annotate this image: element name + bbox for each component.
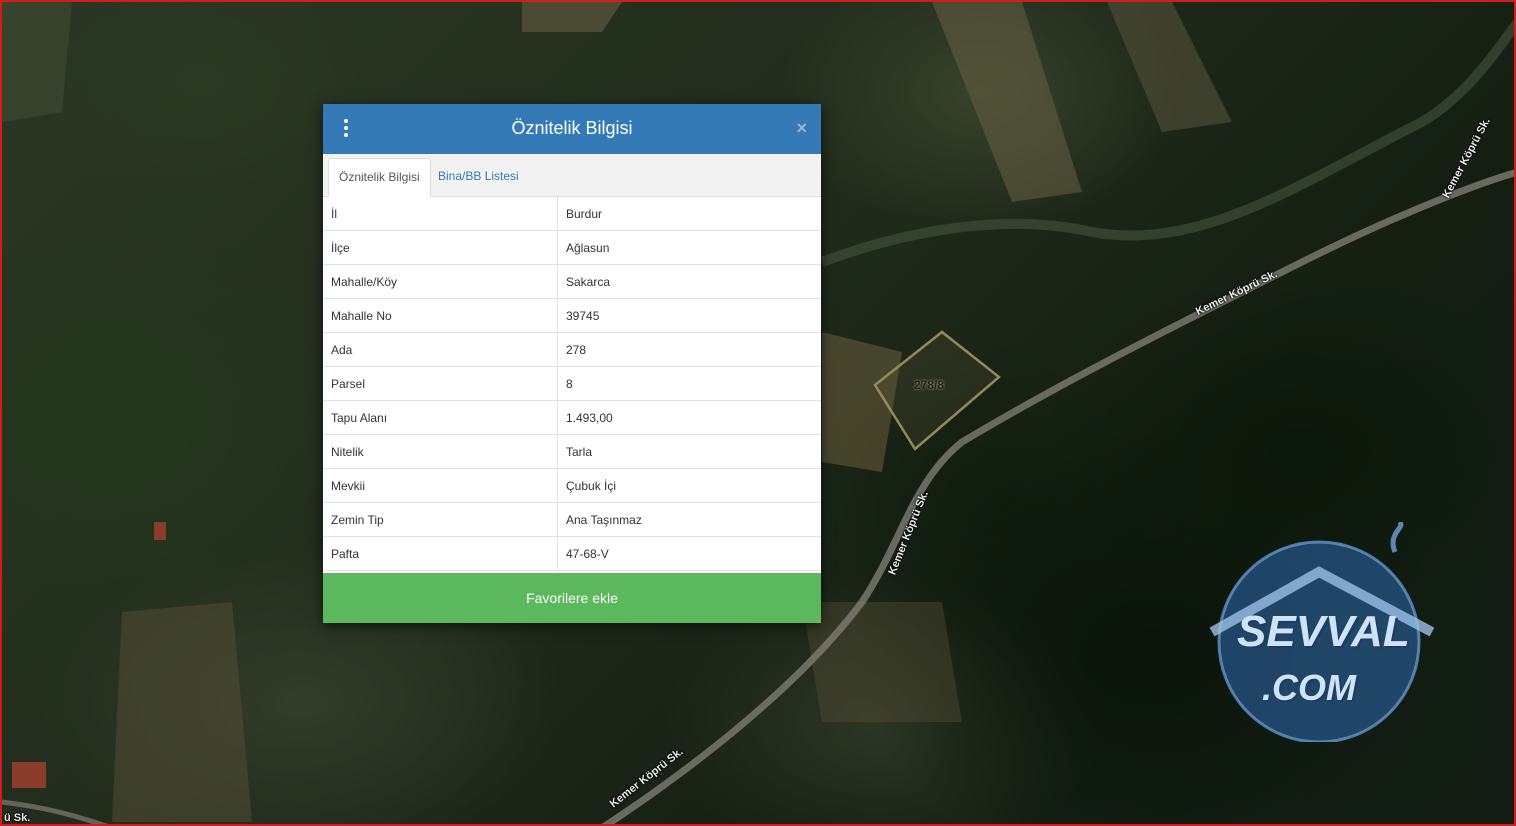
watermark-line2: .COM bbox=[1262, 667, 1356, 708]
attr-key: İlçe bbox=[323, 230, 558, 265]
attr-key: Mevkii bbox=[323, 468, 558, 503]
tab-bina-bb-listesi[interactable]: Bina/BB Listesi bbox=[428, 158, 529, 195]
add-to-favorites-button[interactable]: Favorilere ekle bbox=[323, 573, 821, 623]
road-label: ü Sk. bbox=[4, 812, 31, 824]
table-row: İl Burdur bbox=[323, 197, 821, 231]
table-row: Zemin Tip Ana Taşınmaz bbox=[323, 502, 821, 537]
close-icon[interactable]: × bbox=[796, 118, 807, 139]
attr-key: Tapu Alanı bbox=[323, 400, 558, 435]
attr-value: Tarla bbox=[557, 434, 821, 469]
attr-value: Ana Taşınmaz bbox=[557, 502, 821, 537]
parcel-label: 278/8 bbox=[914, 378, 945, 392]
attr-value: Sakarca bbox=[557, 264, 821, 299]
table-row: Pafta 47-68-V bbox=[323, 536, 821, 571]
table-row: Ada 278 bbox=[323, 332, 821, 367]
attr-value: Çubuk İçi bbox=[557, 468, 821, 503]
attr-value: 278 bbox=[557, 332, 821, 367]
table-row: Mevkii Çubuk İçi bbox=[323, 468, 821, 503]
sevval-watermark-logo: SEVVAL .COM bbox=[1207, 519, 1437, 744]
tab-oznitelik-bilgisi[interactable]: Öznitelik Bilgisi bbox=[328, 158, 431, 197]
table-row: Mahalle No 39745 bbox=[323, 298, 821, 333]
attr-key: Mahalle No bbox=[323, 298, 558, 333]
attr-value: 47-68-V bbox=[557, 536, 821, 571]
attr-key: Nitelik bbox=[323, 434, 558, 469]
table-row: İlçe Ağlasun bbox=[323, 230, 821, 265]
watermark-line1: SEVVAL bbox=[1237, 607, 1410, 656]
table-row: Parsel 8 bbox=[323, 366, 821, 401]
dialog-header: Öznitelik Bilgisi × bbox=[323, 104, 821, 154]
attr-key: İl bbox=[323, 197, 558, 231]
map-frame: Kemer Köprü Sk. Kemer Köprü Sk. Kemer Kö… bbox=[0, 0, 1516, 826]
attr-value: Burdur bbox=[557, 197, 821, 231]
attribute-info-dialog: Öznitelik Bilgisi × Öznitelik Bilgisi Bi… bbox=[323, 104, 821, 623]
attr-key: Parsel bbox=[323, 366, 558, 401]
table-row: Nitelik Tarla bbox=[323, 434, 821, 469]
attr-key: Zemin Tip bbox=[323, 502, 558, 537]
attr-value: 1.493,00 bbox=[557, 400, 821, 435]
dialog-tabs: Öznitelik Bilgisi Bina/BB Listesi bbox=[323, 154, 821, 197]
attribute-table: İl Burdur İlçe Ağlasun Mahalle/Köy Sakarca … bbox=[323, 197, 821, 571]
table-row: Tapu Alanı 1.493,00 bbox=[323, 400, 821, 435]
attr-key: Ada bbox=[323, 332, 558, 367]
attr-value: Ağlasun bbox=[557, 230, 821, 265]
table-row: Mahalle/Köy Sakarca bbox=[323, 264, 821, 299]
attr-value: 8 bbox=[557, 366, 821, 401]
attr-value: 39745 bbox=[557, 298, 821, 333]
attr-key: Mahalle/Köy bbox=[323, 264, 558, 299]
dialog-title: Öznitelik Bilgisi bbox=[511, 118, 633, 138]
attr-key: Pafta bbox=[323, 536, 558, 571]
